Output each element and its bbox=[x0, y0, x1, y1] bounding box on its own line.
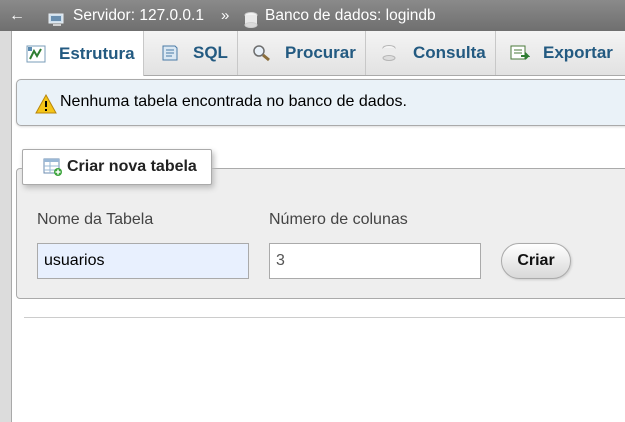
structure-icon bbox=[26, 45, 46, 63]
tab-procurar[interactable]: Procurar bbox=[238, 31, 366, 75]
sql-icon bbox=[160, 44, 180, 62]
table-name-label: Nome da Tabela bbox=[37, 211, 154, 228]
tab-label: Estrutura bbox=[59, 43, 135, 63]
tab-label: Exportar bbox=[543, 43, 613, 62]
table-name-input[interactable]: usuarios bbox=[37, 243, 249, 279]
tab-consulta[interactable]: Consulta bbox=[366, 31, 496, 75]
database-icon bbox=[244, 8, 258, 28]
tab-exportar[interactable]: Exportar bbox=[496, 31, 625, 75]
query-icon bbox=[380, 44, 400, 62]
search-icon bbox=[252, 44, 272, 62]
tab-bar: Estrutura SQL Procurar Consulta Exportar bbox=[12, 31, 625, 76]
page: ← Servidor: 127.0.0.1 » Banco de dados: bbox=[0, 0, 625, 422]
tab-label: Consulta bbox=[413, 43, 486, 62]
tab-label: Procurar bbox=[285, 43, 356, 62]
notice-box: Nenhuma tabela encontrada no banco de da… bbox=[16, 79, 625, 126]
breadcrumb-database-label: Banco de dados: logindb bbox=[265, 7, 436, 24]
warning-icon bbox=[35, 93, 57, 114]
breadcrumb-server[interactable]: Servidor: 127.0.0.1 bbox=[48, 0, 204, 31]
create-table-legend-label: Criar nova tabela bbox=[67, 158, 197, 175]
server-icon bbox=[48, 8, 66, 26]
back-button[interactable]: ← bbox=[0, 0, 34, 31]
breadcrumb-separator: » bbox=[221, 7, 230, 24]
notice-message: Nenhuma tabela encontrada no banco de da… bbox=[60, 93, 407, 110]
create-button[interactable]: Criar bbox=[501, 243, 571, 279]
export-icon bbox=[510, 44, 531, 62]
tab-sql[interactable]: SQL bbox=[144, 31, 238, 75]
tab-estrutura[interactable]: Estrutura bbox=[12, 31, 144, 76]
create-table-fieldset bbox=[16, 168, 625, 299]
tab-label: SQL bbox=[193, 43, 228, 62]
new-table-icon bbox=[43, 157, 63, 177]
divider bbox=[24, 317, 625, 318]
breadcrumb-database[interactable]: Banco de dados: logindb bbox=[244, 0, 436, 31]
columns-count-input[interactable]: 3 bbox=[269, 243, 481, 279]
breadcrumb-server-label: Servidor: 127.0.0.1 bbox=[73, 7, 204, 24]
columns-count-label: Número de colunas bbox=[269, 211, 408, 228]
navigation-panel-edge[interactable] bbox=[0, 0, 12, 422]
create-table-legend: Criar nova tabela bbox=[22, 149, 212, 185]
breadcrumb-bar: ← Servidor: 127.0.0.1 » Banco de dados: bbox=[0, 0, 625, 31]
